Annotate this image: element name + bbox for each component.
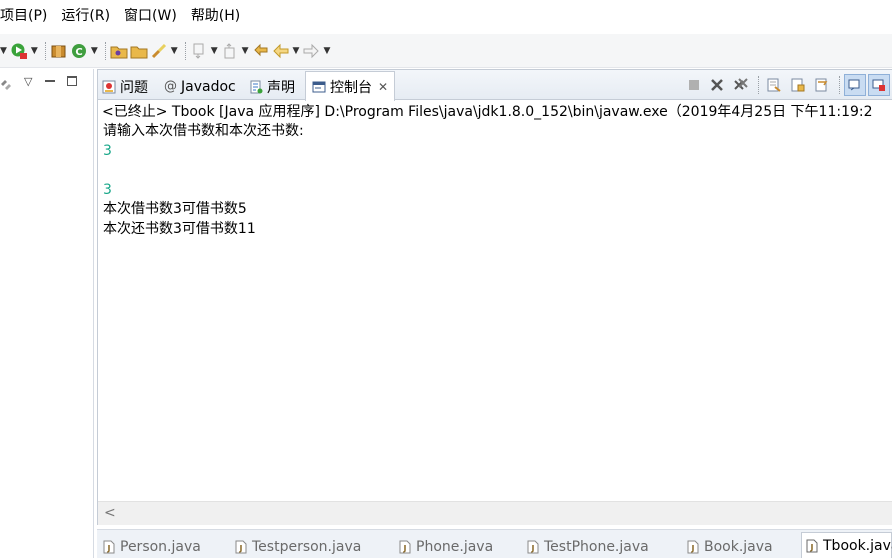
tab-label: Javadoc — [181, 78, 236, 95]
remove-all-icon[interactable] — [730, 74, 752, 96]
menu-run[interactable]: 运行(R) — [54, 0, 117, 32]
svg-text:J: J — [691, 544, 695, 553]
svg-text:J: J — [531, 544, 535, 553]
close-icon[interactable]: ✕ — [378, 80, 388, 94]
console-icon — [312, 80, 326, 94]
run-icon[interactable] — [10, 40, 28, 62]
toolbar-separator — [839, 76, 840, 94]
search-icon[interactable] — [150, 40, 168, 62]
tab-label: 问题 — [120, 79, 148, 96]
console-output[interactable]: 请输入本次借书数和本次还书数: 3 3 本次借书数3可借书数5 本次还书数3可借… — [103, 122, 889, 239]
tab-declaration[interactable]: 声明 — [249, 73, 295, 100]
terminate-icon[interactable] — [684, 74, 704, 96]
editor-tab-bar: J Person.java J Testperson.java J Phone.… — [97, 529, 892, 558]
view-tab-bar: 问题 @ Javadoc 声明 控制台 ✕ — [98, 70, 892, 101]
svg-text:J: J — [810, 543, 814, 552]
prev-annotation-icon[interactable] — [221, 40, 239, 62]
minimize-icon[interactable] — [45, 80, 55, 82]
at-icon: @ — [164, 79, 177, 94]
editor-tab-label: Phone.java — [416, 538, 494, 555]
editor-tab-label: Person.java — [120, 538, 201, 555]
horizontal-scrollbar[interactable]: < — [98, 501, 892, 525]
word-wrap-icon[interactable] — [811, 74, 833, 96]
toolbar-dropdown-caret[interactable]: ▼ — [0, 46, 7, 56]
main-toolbar: ▼ ▼ C ▼ ▼ ▼ ▼ ▼ ▼ — [0, 34, 892, 68]
pin-console-icon[interactable] — [844, 74, 866, 96]
search-dropdown-caret[interactable]: ▼ — [171, 46, 178, 56]
editor-tab-testperson[interactable]: J Testperson.java — [235, 534, 361, 558]
open-type-icon[interactable] — [110, 40, 128, 62]
new-dropdown-caret[interactable]: ▼ — [91, 46, 98, 56]
editor-tab-tbook[interactable]: J Tbook.java — [801, 532, 892, 558]
back-dropdown-caret[interactable]: ▼ — [293, 46, 300, 56]
console-line: 本次借书数3可借书数5 — [103, 201, 247, 217]
next-annotation-icon[interactable] — [190, 40, 208, 62]
declaration-icon — [249, 80, 263, 94]
java-file-icon: J — [235, 540, 247, 554]
left-panel-tools: ▽ — [0, 75, 94, 95]
java-file-icon: J — [687, 540, 699, 554]
problems-icon — [102, 80, 116, 94]
editor-tab-testphone[interactable]: J TestPhone.java — [527, 534, 649, 558]
toolbar-separator — [104, 41, 106, 60]
console-input-line: 3 — [103, 142, 112, 159]
console-view: 问题 @ Javadoc 声明 控制台 ✕ <已终止> Tbook [Java … — [97, 69, 892, 525]
toolbar-separator — [758, 76, 759, 94]
java-file-icon: J — [103, 540, 115, 554]
view-menu-icon[interactable]: ▽ — [24, 75, 32, 88]
java-file-icon: J — [527, 540, 539, 554]
link-icon[interactable] — [0, 77, 12, 96]
display-console-icon[interactable] — [868, 74, 890, 96]
menu-help[interactable]: 帮助(H) — [184, 0, 247, 32]
prev-annotation-caret[interactable]: ▼ — [242, 46, 249, 56]
console-toolbar — [684, 74, 892, 96]
tab-label: 控制台 — [330, 79, 372, 96]
editor-tab-person[interactable]: J Person.java — [103, 534, 201, 558]
editor-tab-book[interactable]: J Book.java — [687, 534, 773, 558]
forward-arrow-icon[interactable] — [302, 40, 320, 62]
run-dropdown-caret[interactable]: ▼ — [31, 46, 38, 56]
editor-tab-label: TestPhone.java — [544, 538, 649, 555]
console-line: 请输入本次借书数和本次还书数: — [103, 123, 304, 139]
toolbar-separator — [44, 41, 46, 60]
package-icon[interactable] — [50, 40, 68, 62]
console-line: 本次还书数3可借书数11 — [103, 220, 256, 237]
last-edit-icon[interactable] — [252, 40, 270, 62]
back-arrow-icon[interactable] — [272, 40, 290, 62]
tab-problems[interactable]: 问题 — [102, 73, 148, 100]
maximize-icon[interactable] — [67, 76, 77, 86]
console-process-label: <已终止> Tbook [Java 应用程序] D:\Program Files… — [102, 104, 873, 120]
remove-launch-icon[interactable] — [706, 74, 728, 96]
scroll-lock-icon[interactable] — [787, 74, 809, 96]
svg-text:J: J — [107, 544, 111, 553]
new-class-icon[interactable]: C — [70, 40, 88, 62]
menu-project[interactable]: 项目(P) — [0, 0, 54, 32]
scroll-left-icon[interactable]: < — [104, 505, 116, 521]
editor-tab-label: Tbook.java — [823, 538, 892, 554]
java-file-icon: J — [399, 540, 411, 554]
svg-text:J: J — [239, 544, 243, 553]
tab-javadoc[interactable]: @ Javadoc — [164, 73, 236, 100]
svg-text:C: C — [75, 47, 82, 58]
next-annotation-caret[interactable]: ▼ — [211, 46, 218, 56]
svg-text:J: J — [403, 544, 407, 553]
open-folder-icon[interactable] — [130, 40, 148, 62]
console-input-line: 3 — [103, 181, 112, 198]
editor-tab-label: Testperson.java — [252, 538, 362, 555]
toolbar-separator — [184, 41, 186, 60]
java-file-icon: J — [806, 539, 818, 553]
clear-console-icon[interactable] — [763, 74, 785, 96]
editor-tab-phone[interactable]: J Phone.java — [399, 534, 493, 558]
tab-label: 声明 — [267, 79, 295, 96]
left-panel: ▽ — [0, 69, 94, 558]
forward-dropdown-caret[interactable]: ▼ — [323, 46, 330, 56]
tab-console[interactable]: 控制台 ✕ — [305, 71, 396, 101]
editor-tab-label: Book.java — [704, 538, 773, 555]
menu-bar: 项目(P) 运行(R) 窗口(W) 帮助(H) — [0, 0, 892, 32]
menu-window[interactable]: 窗口(W) — [117, 0, 184, 32]
